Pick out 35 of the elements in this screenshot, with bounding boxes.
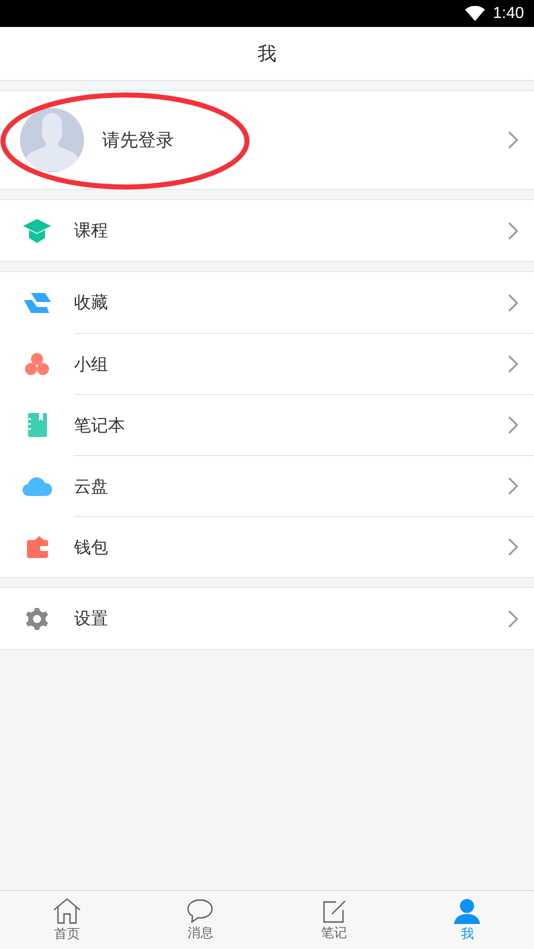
menu-item[interactable]: 笔记本 <box>0 394 534 455</box>
notebook-icon <box>26 412 48 438</box>
page-title: 我 <box>258 42 276 66</box>
status-time: 1:40 <box>492 4 524 22</box>
edit-icon <box>322 898 346 922</box>
wallet-icon <box>25 534 49 558</box>
menu-item[interactable]: 小组 <box>0 333 534 394</box>
avatar-icon <box>20 108 84 172</box>
login-prompt: 请先登录 <box>102 129 175 152</box>
chevron-icon <box>508 222 518 240</box>
menu-item[interactable]: 课程 <box>0 200 534 261</box>
chevron-icon <box>508 416 518 434</box>
tab[interactable]: 消息 <box>134 891 267 949</box>
home-icon <box>52 898 81 924</box>
chevron-icon <box>508 355 518 373</box>
layers-icon <box>23 292 51 314</box>
menu-item[interactable]: 收藏 <box>0 272 534 333</box>
wifi-icon <box>464 6 485 21</box>
speech-bubble-icon <box>187 898 214 922</box>
cloud-icon <box>22 474 52 496</box>
chevron-icon <box>508 294 518 312</box>
tab[interactable]: 笔记 <box>267 891 400 949</box>
tab[interactable]: 首页 <box>0 891 134 949</box>
settings-icon <box>25 606 49 630</box>
menu-item[interactable]: 钱包 <box>0 516 534 577</box>
chevron-icon <box>508 538 518 556</box>
circles-icon <box>24 352 50 376</box>
graduation-cap-icon <box>22 218 52 244</box>
login-row[interactable]: 请先登录 <box>0 90 534 190</box>
person-icon <box>454 898 480 924</box>
chevron-icon <box>508 610 518 628</box>
chevron-icon <box>508 477 518 495</box>
menu-item[interactable]: 云盘 <box>0 455 534 516</box>
chevron-icon <box>508 131 518 149</box>
menu-item[interactable]: 设置 <box>0 588 534 649</box>
